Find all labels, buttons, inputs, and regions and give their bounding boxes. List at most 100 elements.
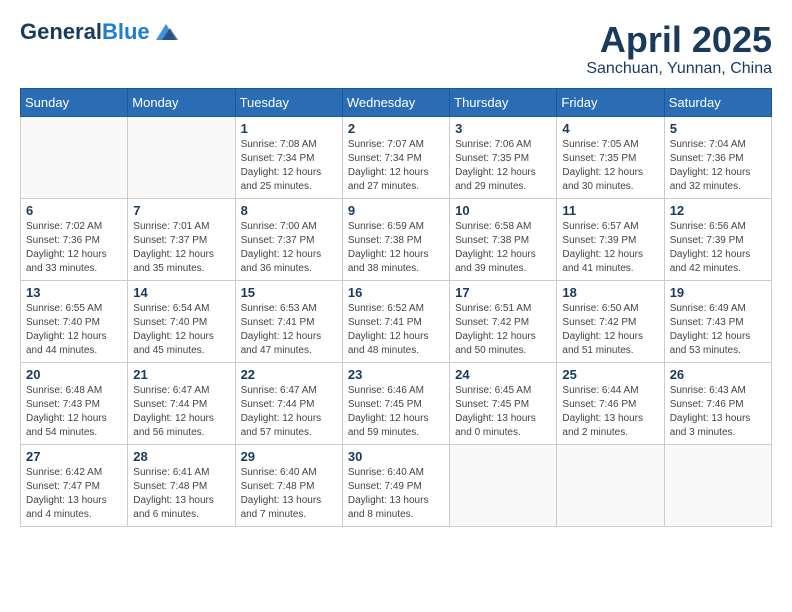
day-number: 20 [26, 367, 122, 382]
weekday-thursday: Thursday [450, 88, 557, 116]
logo-text: GeneralBlue [20, 20, 150, 44]
calendar-cell: 12 Sunrise: 6:56 AM Sunset: 7:39 PM Dayli… [664, 198, 771, 280]
calendar-cell: 2 Sunrise: 7:07 AM Sunset: 7:34 PM Daylig… [342, 116, 449, 198]
logo: GeneralBlue [20, 20, 180, 44]
day-number: 25 [562, 367, 658, 382]
calendar-cell: 26 Sunrise: 6:43 AM Sunset: 7:46 PM Dayli… [664, 362, 771, 444]
day-info: Sunrise: 7:02 AM Sunset: 7:36 PM Dayligh… [26, 220, 122, 276]
day-info: Sunrise: 6:50 AM Sunset: 7:42 PM Dayligh… [562, 302, 658, 358]
calendar-cell: 15 Sunrise: 6:53 AM Sunset: 7:41 PM Dayli… [235, 280, 342, 362]
calendar-cell: 18 Sunrise: 6:50 AM Sunset: 7:42 PM Dayli… [557, 280, 664, 362]
day-info: Sunrise: 6:42 AM Sunset: 7:47 PM Dayligh… [26, 466, 122, 522]
day-info: Sunrise: 6:53 AM Sunset: 7:41 PM Dayligh… [241, 302, 337, 358]
day-info: Sunrise: 6:55 AM Sunset: 7:40 PM Dayligh… [26, 302, 122, 358]
day-number: 18 [562, 285, 658, 300]
calendar-week-2: 6 Sunrise: 7:02 AM Sunset: 7:36 PM Daylig… [21, 198, 772, 280]
day-number: 19 [670, 285, 766, 300]
day-info: Sunrise: 6:43 AM Sunset: 7:46 PM Dayligh… [670, 384, 766, 440]
day-info: Sunrise: 6:56 AM Sunset: 7:39 PM Dayligh… [670, 220, 766, 276]
calendar-cell: 7Sunrise: 7:01 AM Sunset: 7:37 PM Daylig… [128, 198, 235, 280]
day-info: Sunrise: 6:45 AM Sunset: 7:45 PM Dayligh… [455, 384, 551, 440]
calendar-cell: 24 Sunrise: 6:45 AM Sunset: 7:45 PM Dayli… [450, 362, 557, 444]
calendar-cell: 25 Sunrise: 6:44 AM Sunset: 7:46 PM Dayli… [557, 362, 664, 444]
day-info: Sunrise: 7:04 AM Sunset: 7:36 PM Dayligh… [670, 138, 766, 194]
day-number: 28 [133, 449, 229, 464]
day-number: 6 [26, 203, 122, 218]
day-number: 29 [241, 449, 337, 464]
calendar-cell [450, 444, 557, 526]
calendar-cell: 13 Sunrise: 6:55 AM Sunset: 7:40 PM Dayli… [21, 280, 128, 362]
day-number: 17 [455, 285, 551, 300]
calendar-cell: 23Sunrise: 6:46 AM Sunset: 7:45 PM Dayli… [342, 362, 449, 444]
calendar-cell: 10 Sunrise: 6:58 AM Sunset: 7:38 PM Dayli… [450, 198, 557, 280]
calendar-cell: 29 Sunrise: 6:40 AM Sunset: 7:48 PM Dayli… [235, 444, 342, 526]
logo-icon [152, 22, 180, 42]
weekday-sunday: Sunday [21, 88, 128, 116]
day-info: Sunrise: 6:54 AM Sunset: 7:40 PM Dayligh… [133, 302, 229, 358]
calendar-week-5: 27 Sunrise: 6:42 AM Sunset: 7:47 PM Dayli… [21, 444, 772, 526]
day-info: Sunrise: 6:47 AM Sunset: 7:44 PM Dayligh… [241, 384, 337, 440]
day-info: Sunrise: 7:07 AM Sunset: 7:34 PM Dayligh… [348, 138, 444, 194]
weekday-saturday: Saturday [664, 88, 771, 116]
calendar-cell: 9 Sunrise: 6:59 AM Sunset: 7:38 PM Daylig… [342, 198, 449, 280]
calendar-week-3: 13 Sunrise: 6:55 AM Sunset: 7:40 PM Dayli… [21, 280, 772, 362]
page-header: GeneralBlue April 2025 Sanchuan, Yunnan,… [20, 20, 772, 78]
calendar-cell [557, 444, 664, 526]
day-number: 7 [133, 203, 229, 218]
day-number: 27 [26, 449, 122, 464]
weekday-wednesday: Wednesday [342, 88, 449, 116]
day-info: Sunrise: 6:57 AM Sunset: 7:39 PM Dayligh… [562, 220, 658, 276]
day-info: Sunrise: 6:41 AM Sunset: 7:48 PM Dayligh… [133, 466, 229, 522]
calendar-table: SundayMondayTuesdayWednesdayThursdayFrid… [20, 88, 772, 527]
calendar-cell: 30Sunrise: 6:40 AM Sunset: 7:49 PM Dayli… [342, 444, 449, 526]
calendar-cell: 22 Sunrise: 6:47 AM Sunset: 7:44 PM Dayli… [235, 362, 342, 444]
day-info: Sunrise: 6:59 AM Sunset: 7:38 PM Dayligh… [348, 220, 444, 276]
day-info: Sunrise: 6:49 AM Sunset: 7:43 PM Dayligh… [670, 302, 766, 358]
calendar-cell: 20 Sunrise: 6:48 AM Sunset: 7:43 PM Dayli… [21, 362, 128, 444]
calendar-location: Sanchuan, Yunnan, China [586, 60, 772, 78]
calendar-week-4: 20 Sunrise: 6:48 AM Sunset: 7:43 PM Dayli… [21, 362, 772, 444]
calendar-cell: 6 Sunrise: 7:02 AM Sunset: 7:36 PM Daylig… [21, 198, 128, 280]
day-number: 10 [455, 203, 551, 218]
day-info: Sunrise: 7:00 AM Sunset: 7:37 PM Dayligh… [241, 220, 337, 276]
day-number: 26 [670, 367, 766, 382]
calendar-cell: 16Sunrise: 6:52 AM Sunset: 7:41 PM Dayli… [342, 280, 449, 362]
day-info: Sunrise: 6:46 AM Sunset: 7:45 PM Dayligh… [348, 384, 444, 440]
calendar-week-1: 1 Sunrise: 7:08 AM Sunset: 7:34 PM Daylig… [21, 116, 772, 198]
day-number: 12 [670, 203, 766, 218]
calendar-cell: 5Sunrise: 7:04 AM Sunset: 7:36 PM Daylig… [664, 116, 771, 198]
calendar-cell: 28 Sunrise: 6:41 AM Sunset: 7:48 PM Dayli… [128, 444, 235, 526]
calendar-cell [664, 444, 771, 526]
weekday-tuesday: Tuesday [235, 88, 342, 116]
calendar-cell: 27 Sunrise: 6:42 AM Sunset: 7:47 PM Dayli… [21, 444, 128, 526]
day-info: Sunrise: 6:48 AM Sunset: 7:43 PM Dayligh… [26, 384, 122, 440]
day-info: Sunrise: 7:06 AM Sunset: 7:35 PM Dayligh… [455, 138, 551, 194]
calendar-cell: 21 Sunrise: 6:47 AM Sunset: 7:44 PM Dayli… [128, 362, 235, 444]
day-info: Sunrise: 7:08 AM Sunset: 7:34 PM Dayligh… [241, 138, 337, 194]
calendar-cell [128, 116, 235, 198]
weekday-friday: Friday [557, 88, 664, 116]
day-info: Sunrise: 6:51 AM Sunset: 7:42 PM Dayligh… [455, 302, 551, 358]
day-info: Sunrise: 6:44 AM Sunset: 7:46 PM Dayligh… [562, 384, 658, 440]
day-number: 16 [348, 285, 444, 300]
day-info: Sunrise: 7:05 AM Sunset: 7:35 PM Dayligh… [562, 138, 658, 194]
day-number: 9 [348, 203, 444, 218]
calendar-cell: 17 Sunrise: 6:51 AM Sunset: 7:42 PM Dayli… [450, 280, 557, 362]
calendar-cell: 11 Sunrise: 6:57 AM Sunset: 7:39 PM Dayli… [557, 198, 664, 280]
day-number: 14 [133, 285, 229, 300]
calendar-cell [21, 116, 128, 198]
day-number: 1 [241, 121, 337, 136]
day-info: Sunrise: 6:58 AM Sunset: 7:38 PM Dayligh… [455, 220, 551, 276]
day-number: 8 [241, 203, 337, 218]
calendar-cell: 4Sunrise: 7:05 AM Sunset: 7:35 PM Daylig… [557, 116, 664, 198]
day-info: Sunrise: 6:40 AM Sunset: 7:48 PM Dayligh… [241, 466, 337, 522]
day-number: 21 [133, 367, 229, 382]
weekday-monday: Monday [128, 88, 235, 116]
day-number: 11 [562, 203, 658, 218]
day-number: 24 [455, 367, 551, 382]
day-info: Sunrise: 6:47 AM Sunset: 7:44 PM Dayligh… [133, 384, 229, 440]
day-number: 15 [241, 285, 337, 300]
day-number: 22 [241, 367, 337, 382]
day-number: 2 [348, 121, 444, 136]
day-number: 13 [26, 285, 122, 300]
